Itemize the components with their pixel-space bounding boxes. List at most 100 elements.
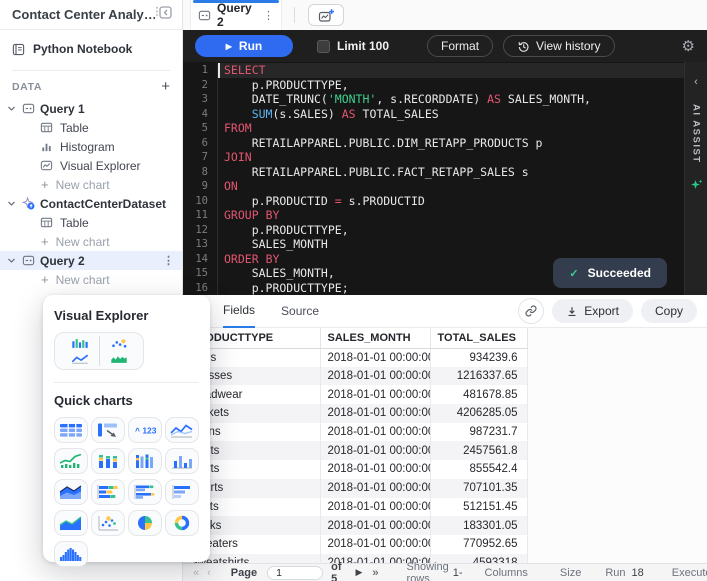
limit-checkbox[interactable]	[317, 40, 330, 53]
table-row[interactable]: Sweatshirts2018-01-01 00:00:004593318	[183, 554, 527, 563]
tab-source[interactable]: Source	[281, 295, 319, 328]
tree-item-query1[interactable]: Query 1	[0, 99, 182, 118]
table-cell[interactable]: 2018-01-01 00:00:00	[320, 535, 430, 554]
table-cell[interactable]: 2018-01-01 00:00:00	[320, 441, 430, 460]
table-cell[interactable]: 2018-01-01 00:00:00	[320, 498, 430, 517]
table-cell[interactable]: 2018-01-01 00:00:00	[320, 516, 430, 535]
code-line[interactable]: 7JOIN	[183, 150, 684, 165]
tree-item-query2[interactable]: Query 2 ⋮	[0, 251, 182, 270]
table-row[interactable]: Skirts2018-01-01 00:00:00512151.45	[183, 498, 527, 517]
visual-explorer-button[interactable]	[54, 332, 144, 370]
limit-checkbox-group[interactable]: Limit 100	[317, 39, 389, 53]
run-button[interactable]: ▶ Run	[195, 35, 293, 57]
tree-item-new-chart[interactable]: + New chart	[0, 232, 182, 251]
tree-item-query1-table[interactable]: Table	[0, 118, 182, 137]
table-row[interactable]: Shirts2018-01-01 00:00:00855542.4	[183, 460, 527, 479]
quick-chart-stacked-area-button[interactable]	[54, 479, 88, 505]
quick-chart-stacked-bar-button[interactable]	[91, 479, 125, 505]
column-header[interactable]: TOTAL_SALES	[430, 328, 527, 348]
table-cell[interactable]: 481678.85	[430, 385, 527, 404]
table-cell[interactable]: 707101.35	[430, 479, 527, 498]
link-button[interactable]	[518, 298, 544, 324]
table-cell[interactable]: 934239.6	[430, 348, 527, 367]
code-line[interactable]: 5FROM	[183, 121, 684, 136]
table-row[interactable]: Jeans2018-01-01 00:00:00987231.7	[183, 423, 527, 442]
quick-chart-trend-line-button[interactable]	[54, 448, 88, 474]
tree-item-query1-histogram[interactable]: Histogram	[0, 137, 182, 156]
table-row[interactable]: Headwear2018-01-01 00:00:00481678.85	[183, 385, 527, 404]
tree-item-query1-visual-explorer[interactable]: Visual Explorer	[0, 156, 182, 175]
code-line[interactable]: 3 DATE_TRUNC('MONTH', s.RECORDDATE) AS S…	[183, 92, 684, 107]
code-line[interactable]: 10 p.PRODUCTID = s.PRODUCTID	[183, 194, 684, 209]
quick-chart-pivot-button[interactable]	[91, 417, 125, 443]
first-page-icon[interactable]: «	[193, 567, 199, 579]
ai-sparkle-icon[interactable]	[690, 178, 703, 196]
table-cell[interactable]: 1216337.65	[430, 367, 527, 386]
table-row[interactable]: Pants2018-01-01 00:00:002457561.8	[183, 441, 527, 460]
chevron-down-icon[interactable]	[6, 198, 17, 209]
code-line[interactable]: 4 SUM(s.SALES) AS TOTAL_SALES	[183, 107, 684, 122]
gear-icon[interactable]: ⚙	[682, 37, 695, 55]
next-page-icon[interactable]: ▶	[355, 567, 362, 578]
quick-chart-histogram-button[interactable]	[54, 541, 88, 567]
table-row[interactable]: Socks2018-01-01 00:00:00183301.05	[183, 516, 527, 535]
code-line[interactable]: 1SELECT	[183, 63, 684, 78]
quick-chart-scatter-button[interactable]	[91, 510, 125, 536]
code-line[interactable]: 6 RETAILAPPAREL.PUBLIC.DIM_RETAPP_PRODUC…	[183, 136, 684, 151]
last-page-icon[interactable]: »	[372, 567, 378, 579]
code-line[interactable]: 13 SALES_MONTH	[183, 237, 684, 252]
add-data-icon[interactable]: +	[161, 82, 170, 92]
column-header[interactable]: SALES_MONTH	[320, 328, 430, 348]
tab-fields[interactable]: Fields	[223, 295, 255, 328]
view-history-button[interactable]: View history	[503, 35, 614, 57]
code-line[interactable]: 2 p.PRODUCTTYPE,	[183, 78, 684, 93]
table-cell[interactable]: 2018-01-01 00:00:00	[320, 385, 430, 404]
table-cell[interactable]: 770952.65	[430, 535, 527, 554]
table-row[interactable]: Jackets2018-01-01 00:00:004206285.05	[183, 404, 527, 423]
table-row[interactable]: Shorts2018-01-01 00:00:00707101.35	[183, 479, 527, 498]
code-line[interactable]: 9ON	[183, 179, 684, 194]
quick-chart-grouped-bar-button[interactable]	[128, 479, 162, 505]
quick-chart-table-button[interactable]	[54, 417, 88, 443]
tree-item-dataset-table[interactable]: Table	[0, 213, 182, 232]
collapse-sidebar-icon[interactable]	[155, 5, 172, 25]
table-row[interactable]: Dresses2018-01-01 00:00:001216337.65	[183, 367, 527, 386]
quick-chart-column-button[interactable]	[165, 448, 199, 474]
chevron-down-icon[interactable]	[6, 103, 17, 114]
prev-page-icon[interactable]: ‹	[207, 567, 211, 579]
table-cell[interactable]: 512151.45	[430, 498, 527, 517]
page-input[interactable]	[267, 566, 323, 580]
table-cell[interactable]: 4206285.05	[430, 404, 527, 423]
code-line[interactable]: 8 RETAILAPPAREL.PUBLIC.FACT_RETAPP_SALES…	[183, 165, 684, 180]
quick-chart-area-button[interactable]	[54, 510, 88, 536]
table-cell[interactable]: 2018-01-01 00:00:00	[320, 348, 430, 367]
code-line[interactable]: 11GROUP BY	[183, 208, 684, 223]
new-chart-tab-button[interactable]	[308, 4, 344, 26]
quick-chart-grouped-column-button[interactable]	[128, 448, 162, 474]
export-button[interactable]: Export	[552, 299, 633, 323]
table-row[interactable]: Bags2018-01-01 00:00:00934239.6	[183, 348, 527, 367]
quick-chart-stacked-column-button[interactable]	[91, 448, 125, 474]
sidebar-item-python-notebook[interactable]: Python Notebook	[0, 30, 182, 66]
table-cell[interactable]: 987231.7	[430, 423, 527, 442]
quick-chart-pie-button[interactable]	[128, 510, 162, 536]
table-cell[interactable]: 2018-01-01 00:00:00	[320, 479, 430, 498]
table-cell[interactable]: 2018-01-01 00:00:00	[320, 460, 430, 479]
table-cell[interactable]: 2018-01-01 00:00:00	[320, 367, 430, 386]
quick-chart-bar-button[interactable]	[165, 479, 199, 505]
table-cell[interactable]: 855542.4	[430, 460, 527, 479]
tab-query2[interactable]: Query 2 ⋮	[190, 0, 282, 30]
kebab-menu-icon[interactable]: ⋮	[263, 9, 274, 22]
table-cell[interactable]: 2018-01-01 00:00:00	[320, 423, 430, 442]
format-button[interactable]: Format	[427, 35, 493, 57]
kebab-menu-icon[interactable]: ⋮	[163, 254, 182, 267]
chevron-down-icon[interactable]	[6, 255, 17, 266]
table-cell[interactable]: 183301.05	[430, 516, 527, 535]
quick-chart-donut-button[interactable]	[165, 510, 199, 536]
code-line[interactable]: 12 p.PRODUCTTYPE,	[183, 223, 684, 238]
table-cell[interactable]: 2457561.8	[430, 441, 527, 460]
tree-item-dataset[interactable]: ContactCenterDataset	[0, 194, 182, 213]
copy-button[interactable]: Copy	[641, 299, 697, 323]
quick-chart-line-button[interactable]	[165, 417, 199, 443]
table-row[interactable]: Sweaters2018-01-01 00:00:00770952.65	[183, 535, 527, 554]
